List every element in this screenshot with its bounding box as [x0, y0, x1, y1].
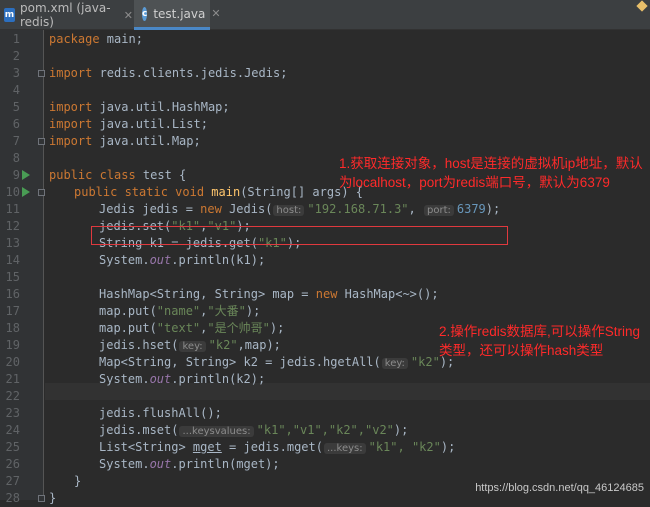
run-main-icon[interactable]	[22, 187, 30, 197]
tab-label: pom.xml (java-redis)	[20, 1, 111, 29]
code-line-14: System.out.println(k1);	[99, 253, 266, 267]
maven-m-icon: m	[4, 8, 15, 22]
line-number: 22	[5, 389, 20, 403]
annotation-operations: 2.操作redis数据库,可以操作String类型，还可以操作hash类型	[439, 324, 641, 358]
code-line-23: jedis.flushAll();	[99, 406, 222, 420]
code-line-19: jedis.hset(key: "k2",map);	[99, 338, 281, 352]
code-line-18: map.put("text","是个帅哥");	[99, 321, 285, 335]
line-number: 7	[12, 134, 20, 148]
line-number: 27	[5, 474, 20, 488]
line-number: 20	[5, 355, 20, 369]
tab-pom-xml[interactable]: m pom.xml (java-redis) ✕	[0, 0, 133, 30]
line-number-gutter: 1 2 3 4 5 6 7 8 9 10 11 12 13 14 15 16 1…	[0, 30, 45, 505]
code-line-26: System.out.println(mget);	[99, 457, 280, 471]
line-number: 10	[5, 185, 20, 199]
param-hint: port:	[424, 205, 454, 216]
fold-imports-icon[interactable]	[38, 70, 45, 77]
line-number: 19	[5, 338, 20, 352]
line-number: 9	[12, 168, 20, 182]
line-number: 17	[5, 304, 20, 318]
line-number: 16	[5, 287, 20, 301]
line-number: 13	[5, 236, 20, 250]
close-icon[interactable]: ✕	[124, 9, 133, 22]
fold-imports-end-icon[interactable]	[38, 138, 45, 145]
fold-method-icon[interactable]	[38, 189, 45, 196]
line-number: 25	[5, 440, 20, 454]
line-number: 14	[5, 253, 20, 267]
line-number: 4	[12, 83, 20, 97]
line-number: 28	[5, 491, 20, 505]
line-number: 8	[12, 151, 20, 165]
code-line-28: }	[49, 491, 57, 505]
line-number: 15	[5, 270, 20, 284]
line-number: 6	[12, 117, 20, 131]
param-hint: host:	[273, 205, 305, 216]
annotation-connection: 1.获取连接对象，host是连接的虚拟机ip地址，默认为localhost，po…	[339, 156, 643, 190]
code-line-17: map.put("name","大番");	[99, 304, 261, 318]
error-stripe-marker-icon[interactable]	[636, 0, 648, 12]
code-line-20: Map<String, String> k2 = jedis.hgetAll(k…	[99, 355, 455, 369]
param-hint: key:	[381, 358, 408, 369]
param-hint: ...keys:	[323, 443, 366, 454]
line-number: 5	[12, 100, 20, 114]
line-number: 18	[5, 321, 20, 335]
go-class-icon: c	[142, 6, 148, 21]
code-line-11: Jedis jedis = new Jedis(host: "192.168.71…	[99, 202, 501, 216]
code-line-27: }	[74, 474, 82, 488]
code-line-21: System.out.println(k2);	[99, 372, 266, 386]
tab-test-java[interactable]: c test.java ✕	[134, 0, 221, 30]
watermark: https://blog.csdn.net/qq_46124685	[475, 482, 644, 494]
line-number: 24	[5, 423, 20, 437]
run-class-icon[interactable]	[22, 170, 30, 180]
highlight-box-jedis-connection	[91, 226, 508, 245]
close-icon[interactable]: ✕	[211, 7, 220, 20]
line-number: 21	[5, 372, 20, 386]
line-number: 1	[12, 32, 20, 46]
line-number: 3	[12, 66, 20, 80]
param-hint: ...keysvalues:	[179, 426, 254, 437]
code-line-3: import redis.clients.jedis.Jedis;	[49, 66, 288, 80]
line-number: 26	[5, 457, 20, 471]
code-line-1: package main;	[49, 32, 143, 46]
code-line-9: public class test {	[49, 168, 187, 182]
param-hint: key:	[179, 341, 206, 352]
line-number: 23	[5, 406, 20, 420]
code-line-7: import java.util.Map;	[49, 134, 201, 148]
code-line-25: List<String> mget = jedis.mget(...keys: "…	[99, 440, 456, 454]
editor-tab-bar: m pom.xml (java-redis) ✕ c test.java ✕	[0, 0, 650, 30]
code-line-16: HashMap<String, String> map = new HashMa…	[99, 287, 439, 301]
tab-label: test.java	[153, 6, 206, 21]
line-number: 11	[5, 202, 20, 216]
code-editor[interactable]: package main; import redis.clients.jedis…	[45, 30, 650, 505]
line-number: 2	[12, 49, 20, 63]
fold-class-end-icon[interactable]	[38, 495, 45, 502]
code-line-5: import java.util.HashMap;	[49, 100, 230, 114]
code-line-6: import java.util.List;	[49, 117, 208, 131]
line-number: 12	[5, 219, 20, 233]
code-line-10: public static void main(String[] args) {	[74, 185, 364, 199]
code-line-24: jedis.mset(...keysvalues: "k1","v1","k2",…	[99, 423, 409, 437]
